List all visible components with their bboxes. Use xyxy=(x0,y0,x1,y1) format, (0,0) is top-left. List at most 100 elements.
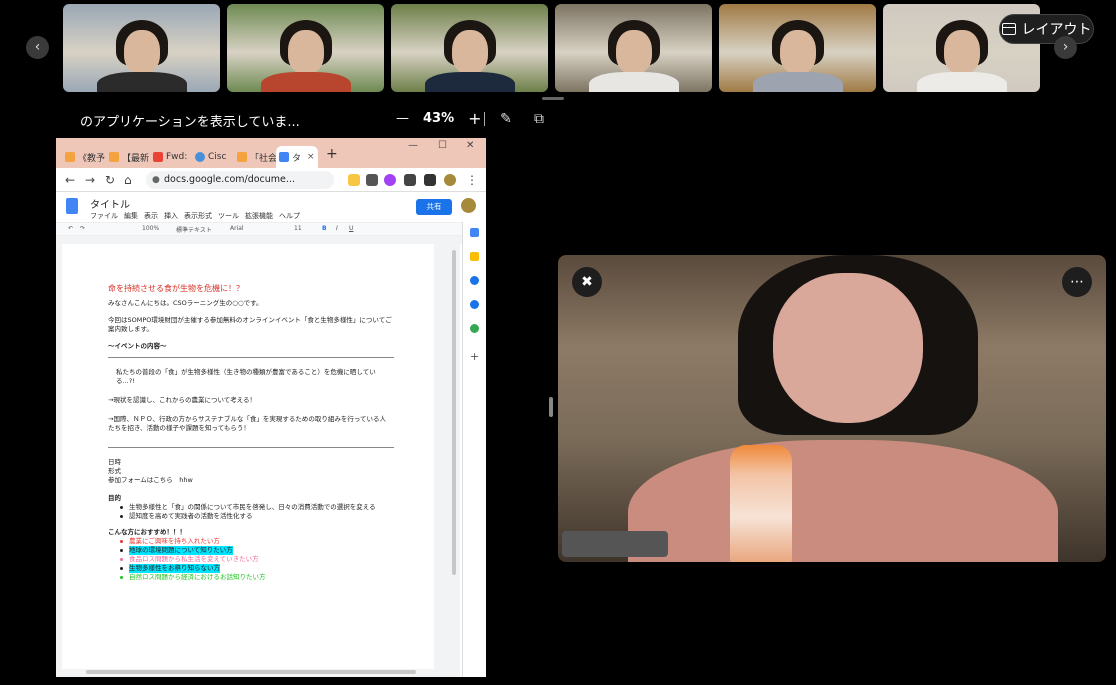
menu-item[interactable]: 挿入 xyxy=(164,211,178,221)
participant-tile[interactable] xyxy=(227,4,384,92)
layout-label: レイアウト xyxy=(1021,22,1092,38)
lock-icon: ● xyxy=(152,175,160,185)
doc-paragraph: 私たちの普段の「食」が生物多様性（生き物の種類が豊富であること）を危機に晒してい… xyxy=(116,368,376,385)
browser-tab-active[interactable]: タ × xyxy=(276,146,318,168)
horizontal-rule xyxy=(108,357,394,358)
browser-menu-icon[interactable]: ⋮ xyxy=(466,173,478,187)
participant-tile[interactable] xyxy=(555,4,712,92)
keep-icon[interactable] xyxy=(470,252,479,261)
speaker-name-label xyxy=(562,531,668,557)
zoom-in-button[interactable]: + xyxy=(468,109,481,128)
doc-info-line: 日時 xyxy=(108,458,121,466)
redo-icon[interactable]: ↷ xyxy=(80,225,85,232)
add-icon[interactable]: + xyxy=(470,351,479,362)
participant-tile[interactable] xyxy=(63,4,220,92)
list-item: 生物多様性と「食」の関係について市民を啓発し、日々の消費活動での選択を変える xyxy=(108,503,434,512)
filmstrip-resize-handle[interactable] xyxy=(542,97,564,100)
menu-item[interactable]: ヘルプ xyxy=(279,211,300,221)
filmstrip-prev-button[interactable]: ‹ xyxy=(26,36,49,59)
maps-icon[interactable] xyxy=(470,324,479,333)
italic-button[interactable]: I xyxy=(336,225,338,232)
docs-side-panel: + xyxy=(462,222,486,677)
zoom-control: — 43% + xyxy=(396,109,482,128)
sidebar-icon[interactable] xyxy=(424,174,436,186)
document-canvas: 命を持続させる食が生物を危機に！？ みなさんこんにちは。CSOラーニング生の○○… xyxy=(56,244,460,677)
list-item: 生物多様性をお祭り知らない方 xyxy=(108,564,434,573)
user-avatar[interactable] xyxy=(461,198,476,213)
doc-title[interactable]: タイトル xyxy=(90,196,130,211)
layout-button[interactable]: レイアウト xyxy=(999,14,1094,44)
ruler xyxy=(56,236,486,244)
close-window-icon[interactable]: ✕ xyxy=(466,140,474,151)
doc-recommend-title: こんな方におすすめ！！！ xyxy=(108,528,186,536)
vertical-scrollbar[interactable] xyxy=(452,250,456,575)
speaker-video-tile: ✖ ⋯ xyxy=(558,255,1106,562)
extension-icon[interactable] xyxy=(366,174,378,186)
list-item: 食品ロス問題から私生活を変えていきたい方 xyxy=(108,555,434,564)
horizontal-rule xyxy=(108,447,394,448)
profile-avatar[interactable] xyxy=(444,174,456,186)
annotate-icon[interactable]: ✎ xyxy=(498,111,514,127)
back-icon[interactable]: ← xyxy=(65,173,75,187)
participant-tile[interactable] xyxy=(719,4,876,92)
menu-item[interactable]: ツール xyxy=(218,211,239,221)
list-item: 地球の環境問題について知りたい方 xyxy=(108,546,434,555)
close-tab-icon[interactable]: × xyxy=(307,152,315,162)
extension-icon[interactable] xyxy=(384,174,396,186)
split-resize-handle[interactable] xyxy=(549,397,553,417)
forward-icon[interactable]: → xyxy=(85,173,95,187)
font-size-field[interactable]: 11 xyxy=(294,225,302,232)
menu-item[interactable]: 編集 xyxy=(124,211,138,221)
doc-paragraph: →国際、ＮＰＯ、行政の方からサステナブルな「食」を実現するための取り組みを行って… xyxy=(108,415,386,432)
menu-item[interactable]: 表示形式 xyxy=(184,211,212,221)
participant-tile[interactable] xyxy=(391,4,548,92)
horizontal-scrollbar[interactable] xyxy=(86,670,416,674)
toolbar-divider xyxy=(484,112,485,126)
browser-tab[interactable]: Fwd: xyxy=(150,146,190,168)
url-field[interactable]: ● docs.google.com/docume... xyxy=(146,171,334,189)
browser-tab[interactable]: 「社会 xyxy=(234,146,280,168)
list-item: 農業にご興味を持ち入れたい方 xyxy=(108,537,434,546)
more-options-icon[interactable]: ⋯ xyxy=(1062,267,1092,297)
tasks-icon[interactable] xyxy=(470,276,479,285)
undo-icon[interactable]: ↶ xyxy=(68,225,73,232)
extension-icon[interactable] xyxy=(348,174,360,186)
menu-item[interactable]: 表示 xyxy=(144,211,158,221)
list-item: 認知度を高めて実践者の活動を活性化する xyxy=(108,512,434,521)
browser-tab[interactable]: 【最新 xyxy=(106,146,152,168)
document-page: 命を持続させる食が生物を危機に！？ みなさんこんにちは。CSOラーニング生の○○… xyxy=(62,244,434,669)
share-title: のアプリケーションを表示していま... xyxy=(80,115,300,130)
menu-item[interactable]: ファイル xyxy=(90,211,118,221)
filmstrip-next-button[interactable]: › xyxy=(1054,36,1077,59)
popout-icon[interactable]: ⧉ xyxy=(531,111,547,127)
maximize-icon[interactable]: ☐ xyxy=(438,140,447,151)
bottle xyxy=(730,445,792,562)
new-tab-button[interactable]: + xyxy=(326,146,338,162)
docs-format-toolbar: ↶ ↷ 100% 標準テキスト Arial 11 B I U xyxy=(56,222,486,236)
puzzle-icon[interactable] xyxy=(404,174,416,186)
docs-header: タイトル ファイル 編集 表示 挿入 表示形式 ツール 拡張機能 ヘルプ 共有 xyxy=(56,192,486,222)
underline-button[interactable]: U xyxy=(349,225,353,232)
unpin-icon[interactable]: ✖ xyxy=(572,267,602,297)
layout-icon xyxy=(1001,23,1016,35)
minimize-icon[interactable]: — xyxy=(408,140,418,151)
bold-button[interactable]: B xyxy=(322,225,327,232)
shared-browser-window: 《教予 【最新 Fwd: Cisc 「社会 タ × + — ☐ ✕ ← → ↻ ⌂… xyxy=(56,138,486,677)
menu-item[interactable]: 拡張機能 xyxy=(245,211,273,221)
reload-icon[interactable]: ↻ xyxy=(105,173,115,187)
home-icon[interactable]: ⌂ xyxy=(124,173,132,187)
contacts-icon[interactable] xyxy=(470,300,479,309)
browser-tab[interactable]: Cisc xyxy=(192,146,229,168)
calendar-icon[interactable] xyxy=(470,228,479,237)
browser-tab[interactable]: 《教予 xyxy=(62,146,108,168)
zoom-value: 43% xyxy=(423,111,455,126)
font-select[interactable]: Arial xyxy=(230,225,244,232)
doc-paragraph: →現状を認識し、これからの農業について考える！ xyxy=(108,396,257,404)
zoom-out-button[interactable]: — xyxy=(396,111,409,126)
list-item: 自然ロス問題から経済におけるお話知りたい方 xyxy=(108,573,434,582)
share-button[interactable]: 共有 xyxy=(416,199,452,215)
address-bar-row: ← → ↻ ⌂ ● docs.google.com/docume... ⋮ xyxy=(56,168,486,192)
zoom-select[interactable]: 100% xyxy=(142,225,159,232)
docs-logo-icon xyxy=(66,198,78,214)
style-select[interactable]: 標準テキスト xyxy=(176,225,212,234)
